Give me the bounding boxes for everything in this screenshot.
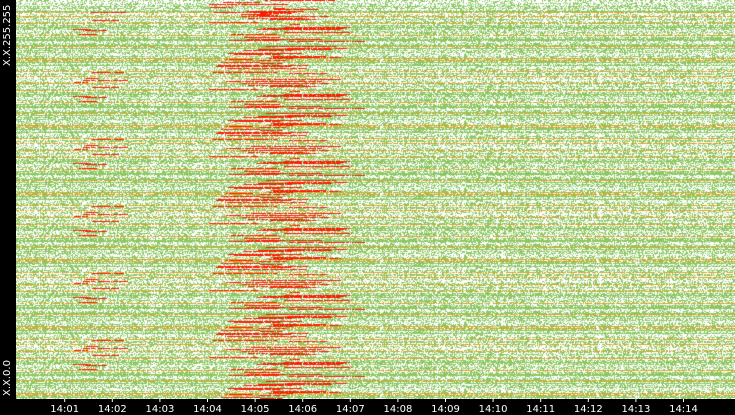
heatmap-plot-area: [16, 0, 735, 399]
heatmap-chart: X.X.255.255 X.X.0.0 14:01 14:02 14:03 14:04…: [0, 0, 735, 415]
x-tick-label: 14:02: [98, 404, 127, 415]
x-tick-label: 14:13: [621, 404, 650, 415]
x-tick-label: 14:10: [479, 404, 508, 415]
y-tick-label-bottom: X.X.0.0: [2, 360, 13, 396]
x-tick-label: 14:06: [288, 404, 317, 415]
x-tick-label: 14:09: [431, 404, 460, 415]
x-tick-label: 14:01: [50, 404, 79, 415]
x-tick-label: 14:08: [383, 404, 412, 415]
x-tick-label: 14:03: [145, 404, 174, 415]
x-tick-label: 14:12: [574, 404, 603, 415]
x-tick-label: 14:11: [526, 404, 555, 415]
x-tick-label: 14:14: [669, 404, 698, 415]
x-tick-label: 14:04: [193, 404, 222, 415]
x-tick-label: 14:07: [336, 404, 365, 415]
x-tick-label: 14:05: [241, 404, 270, 415]
y-tick-label-top: X.X.255.255: [2, 4, 13, 66]
x-axis: 14:01 14:02 14:03 14:04 14:05 14:06 14:07 14:08…: [16, 399, 735, 415]
